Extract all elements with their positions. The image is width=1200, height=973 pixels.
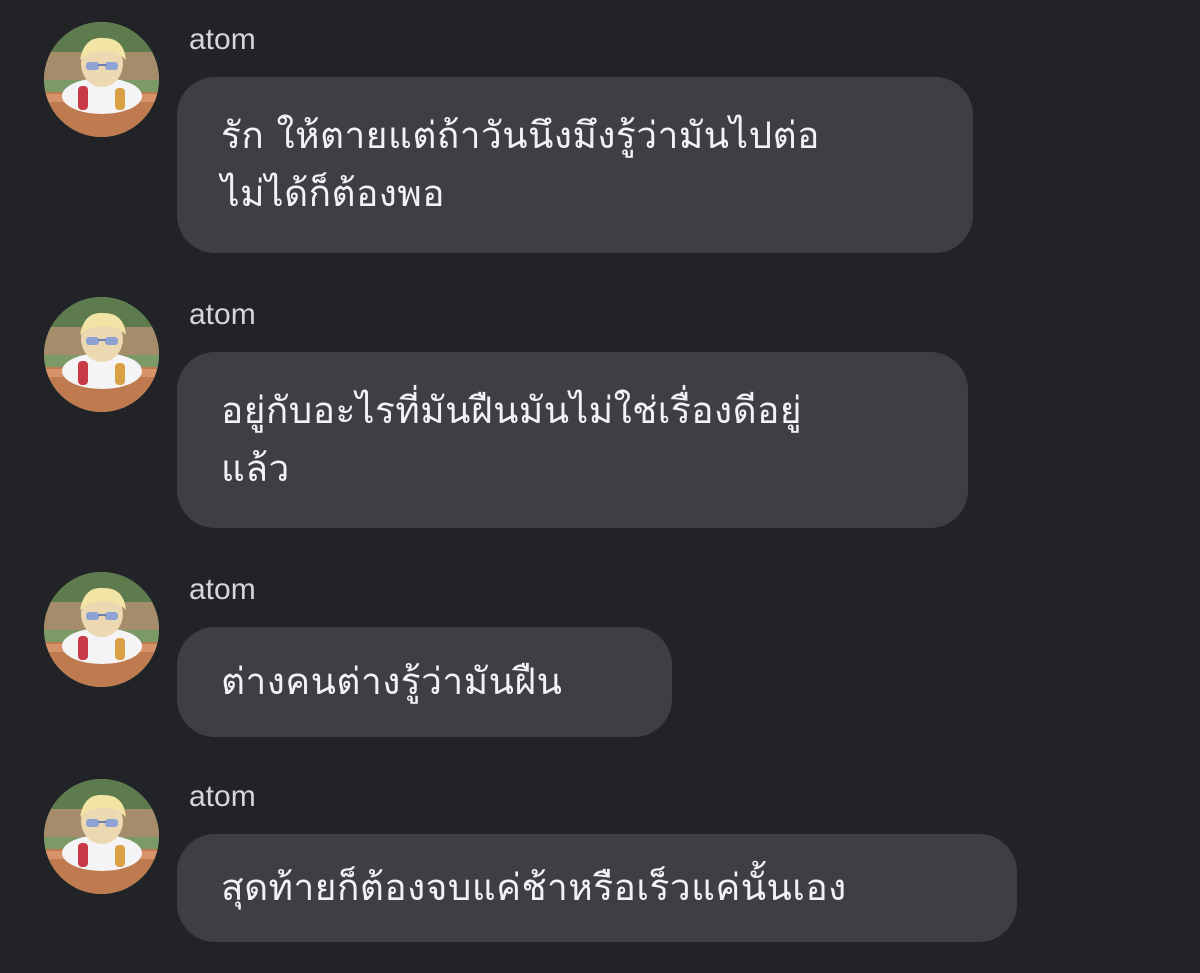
avatar[interactable] <box>44 22 159 137</box>
message-bubble[interactable]: สุดท้ายก็ต้องจบแค่ช้าหรือเร็วแค่นั้นเอง <box>177 834 1017 942</box>
sender-name: atom <box>189 573 256 606</box>
sender-name: atom <box>189 298 256 331</box>
message-bubble[interactable]: ต่างคนต่างรู้ว่ามันฝืน <box>177 627 672 737</box>
message-text: รัก ให้ตายแต่ถ้าวันนึงมึงรู้ว่ามันไปต่อ … <box>221 114 820 215</box>
message-bubble[interactable]: อยู่กับอะไรที่มันฝืนมันไม่ใช่เรื่องดีอยู… <box>177 352 968 528</box>
message-text: ต่างคนต่างรู้ว่ามันฝืน <box>221 660 563 703</box>
chat-thread: atom รัก ให้ตายแต่ถ้าวันนึงมึงรู้ว่ามันไ… <box>0 0 1200 973</box>
profile-photo-avatar-icon <box>44 779 159 894</box>
profile-photo-avatar-icon <box>44 297 159 412</box>
message-text: สุดท้ายก็ต้องจบแค่ช้าหรือเร็วแค่นั้นเอง <box>221 866 847 909</box>
sender-name: atom <box>189 780 256 813</box>
avatar[interactable] <box>44 779 159 894</box>
sender-name: atom <box>189 23 256 56</box>
message-bubble[interactable]: รัก ให้ตายแต่ถ้าวันนึงมึงรู้ว่ามันไปต่อ … <box>177 77 973 253</box>
avatar[interactable] <box>44 297 159 412</box>
profile-photo-avatar-icon <box>44 22 159 137</box>
message-text: อยู่กับอะไรที่มันฝืนมันไม่ใช่เรื่องดีอยู… <box>221 389 803 490</box>
profile-photo-avatar-icon <box>44 572 159 687</box>
avatar[interactable] <box>44 572 159 687</box>
